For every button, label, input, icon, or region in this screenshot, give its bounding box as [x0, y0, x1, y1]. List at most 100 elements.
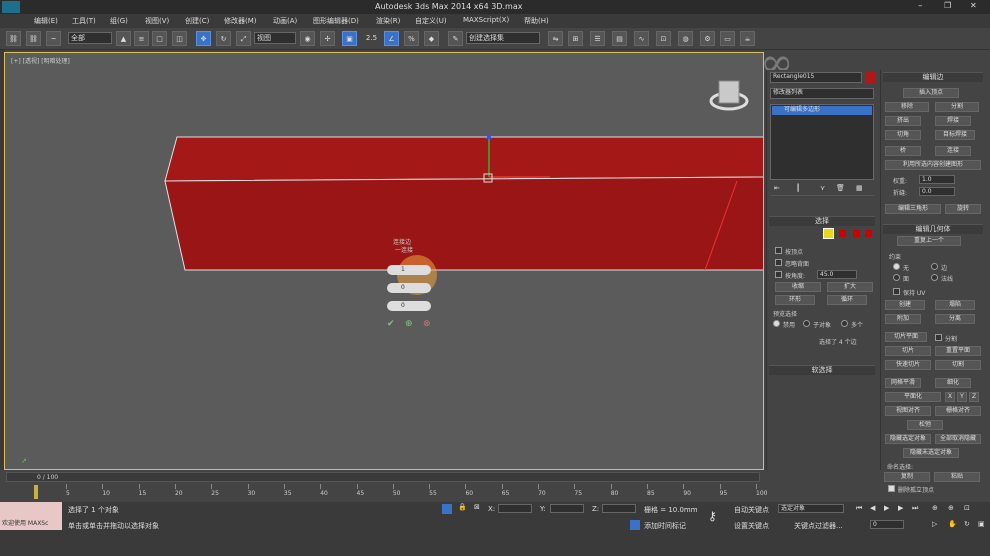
make-planar-button[interactable]: 平面化 [885, 392, 941, 402]
z-field[interactable] [602, 504, 636, 513]
modifier-list-dropdown[interactable]: 修改器列表 [770, 88, 874, 99]
x-field[interactable] [498, 504, 532, 513]
target-weld-button[interactable]: 目标焊接 [935, 130, 975, 140]
link-icon[interactable]: ⛓ [6, 31, 21, 46]
crease-spinner[interactable]: 0.0 [919, 187, 955, 196]
paste-button[interactable]: 粘贴 [934, 472, 980, 482]
add-time-tag[interactable]: 添加时间标记 [644, 521, 686, 531]
align-icon[interactable]: ⊞ [568, 31, 583, 46]
remove-modifier-icon[interactable]: 🗑 [836, 184, 845, 192]
meshsmooth-button[interactable]: 网格平滑 [885, 378, 921, 388]
weight-spinner[interactable]: 1.0 [919, 175, 955, 184]
close-icon[interactable]: ✕ [970, 1, 977, 10]
ring-button[interactable]: 环形 [775, 295, 815, 305]
hide-unselected-button[interactable]: 隐藏未选定对象 [903, 448, 959, 458]
ignore-backfacing-checkbox[interactable] [775, 259, 782, 266]
configure-sets-icon[interactable]: ▦ [856, 184, 863, 192]
play-icon[interactable]: ▶ [884, 504, 889, 512]
preview-multi-radio[interactable] [841, 320, 848, 327]
select-manipulate-icon[interactable]: ✢ [320, 31, 335, 46]
maximize-icon[interactable]: ❐ [944, 1, 951, 10]
make-unique-icon[interactable]: ⋎ [820, 184, 825, 192]
prev-frame-icon[interactable]: ◀ [870, 504, 875, 512]
maximize-viewport-icon[interactable]: ▣ [978, 520, 985, 528]
keyboard-shortcut-icon[interactable]: ▣ [342, 31, 357, 46]
remove-button[interactable]: 移除 [885, 102, 929, 112]
menu-customize[interactable]: 自定义(U) [415, 16, 447, 26]
select-scale-icon[interactable]: ⤢ [236, 31, 251, 46]
auto-key-label[interactable]: 自动关键点 [734, 505, 769, 515]
edge-mode-icon[interactable] [823, 228, 834, 239]
insert-vertex-button[interactable]: 插入顶点 [903, 88, 959, 98]
select-by-name-icon[interactable]: ≡ [134, 31, 149, 46]
delete-isolated-checkbox[interactable] [888, 485, 895, 492]
preserve-uv-checkbox[interactable] [893, 288, 900, 295]
edit-named-sel-icon[interactable]: ✎ [448, 31, 463, 46]
by-angle-checkbox[interactable] [775, 271, 782, 278]
key-icon[interactable]: ⚷ [708, 509, 717, 523]
time-slider[interactable]: 0 / 100 [6, 472, 760, 482]
time-ruler[interactable]: 5 10 15 20 25 30 35 40 45 50 55 60 65 70 75 80 85 90 95 100 [6, 484, 767, 502]
app-icon[interactable] [2, 1, 20, 13]
angle-snap-icon[interactable]: ∠ [384, 31, 399, 46]
unlink-icon[interactable]: ⛓ [26, 31, 41, 46]
set-key-label[interactable]: 设置关键点 [734, 521, 769, 531]
cut-button[interactable]: 切割 [935, 360, 981, 370]
menu-help[interactable]: 帮助(H) [524, 16, 549, 26]
soft-selection-header[interactable]: 软选择 [769, 365, 875, 375]
named-selection-dropdown[interactable]: 创建选择集 [466, 32, 540, 44]
constraint-edge-radio[interactable] [931, 263, 938, 270]
copy-button[interactable]: 复制 [884, 472, 930, 482]
repeat-last-button[interactable]: 重复上一个 [897, 236, 961, 246]
bridge-button[interactable]: 桥 [885, 146, 921, 156]
orbit-icon[interactable]: ↻ [964, 520, 970, 528]
select-move-icon[interactable]: ✥ [196, 31, 211, 46]
reset-plane-button[interactable]: 重置平面 [935, 346, 981, 356]
ok-icon[interactable]: ✔ [387, 319, 395, 329]
preview-subobj-radio[interactable] [803, 320, 810, 327]
maxscript-listener[interactable]: 欢迎使用 MAXSc [0, 502, 62, 530]
slide-field[interactable]: 0 [387, 301, 431, 311]
time-tag-icon[interactable] [630, 520, 640, 530]
menu-animation[interactable]: 动画(A) [273, 16, 297, 26]
pivot-center-icon[interactable]: ◉ [300, 31, 315, 46]
grow-button[interactable]: 扩大 [827, 282, 873, 292]
rendered-frame-icon[interactable]: ▭ [720, 31, 735, 46]
shrink-button[interactable]: 收缩 [775, 282, 821, 292]
material-editor-icon[interactable]: ◍ [678, 31, 693, 46]
go-start-icon[interactable]: ⏮ [856, 504, 862, 513]
detach-button[interactable]: 分离 [935, 314, 975, 324]
grid-align-button[interactable]: 栅格对齐 [935, 406, 981, 416]
abs-mode-icon[interactable]: ⊠ [474, 503, 480, 511]
schematic-view-icon[interactable]: ⊡ [656, 31, 671, 46]
border-mode-icon[interactable] [839, 230, 846, 237]
by-vertex-checkbox[interactable] [775, 247, 782, 254]
tessellate-button[interactable]: 细化 [935, 378, 971, 388]
extrude-button[interactable]: 挤出 [885, 116, 921, 126]
edit-edges-header[interactable]: 编辑边 [883, 72, 983, 82]
menu-graph-editors[interactable]: 图形编辑器(D) [313, 16, 359, 26]
selection-rollout-header[interactable]: 选择 [769, 216, 875, 226]
planar-z-button[interactable]: Z [969, 392, 979, 402]
slice-plane-button[interactable]: 切片平面 [885, 332, 927, 342]
split-button[interactable]: 分割 [935, 102, 979, 112]
current-frame-field[interactable]: 0 [870, 520, 904, 529]
attach-button[interactable]: 附加 [885, 314, 921, 324]
edit-triangulation-button[interactable]: 编辑三角形 [885, 204, 941, 214]
spinner-snap-icon[interactable]: ◆ [424, 31, 439, 46]
mirror-icon[interactable]: ⇋ [548, 31, 563, 46]
y-field[interactable] [550, 504, 584, 513]
menu-rendering[interactable]: 渲染(R) [376, 16, 400, 26]
menu-tools[interactable]: 工具(T) [72, 16, 96, 26]
cancel-icon[interactable]: ⊗ [423, 319, 431, 329]
weld-button[interactable]: 焊接 [935, 116, 971, 126]
lock-icon[interactable]: 🔒 [458, 503, 467, 511]
object-color-swatch[interactable] [865, 72, 875, 83]
menu-create[interactable]: 创建(C) [185, 16, 209, 26]
menu-views[interactable]: 视图(V) [145, 16, 169, 26]
go-end-icon[interactable]: ⏭ [912, 504, 918, 513]
create-shape-button[interactable]: 利用所选内容创建图形 [885, 160, 981, 170]
polygon-mode-icon[interactable] [853, 230, 860, 237]
render-setup-icon[interactable]: ⚙ [700, 31, 715, 46]
key-filters-button[interactable]: 关键点过滤器... [794, 521, 843, 531]
